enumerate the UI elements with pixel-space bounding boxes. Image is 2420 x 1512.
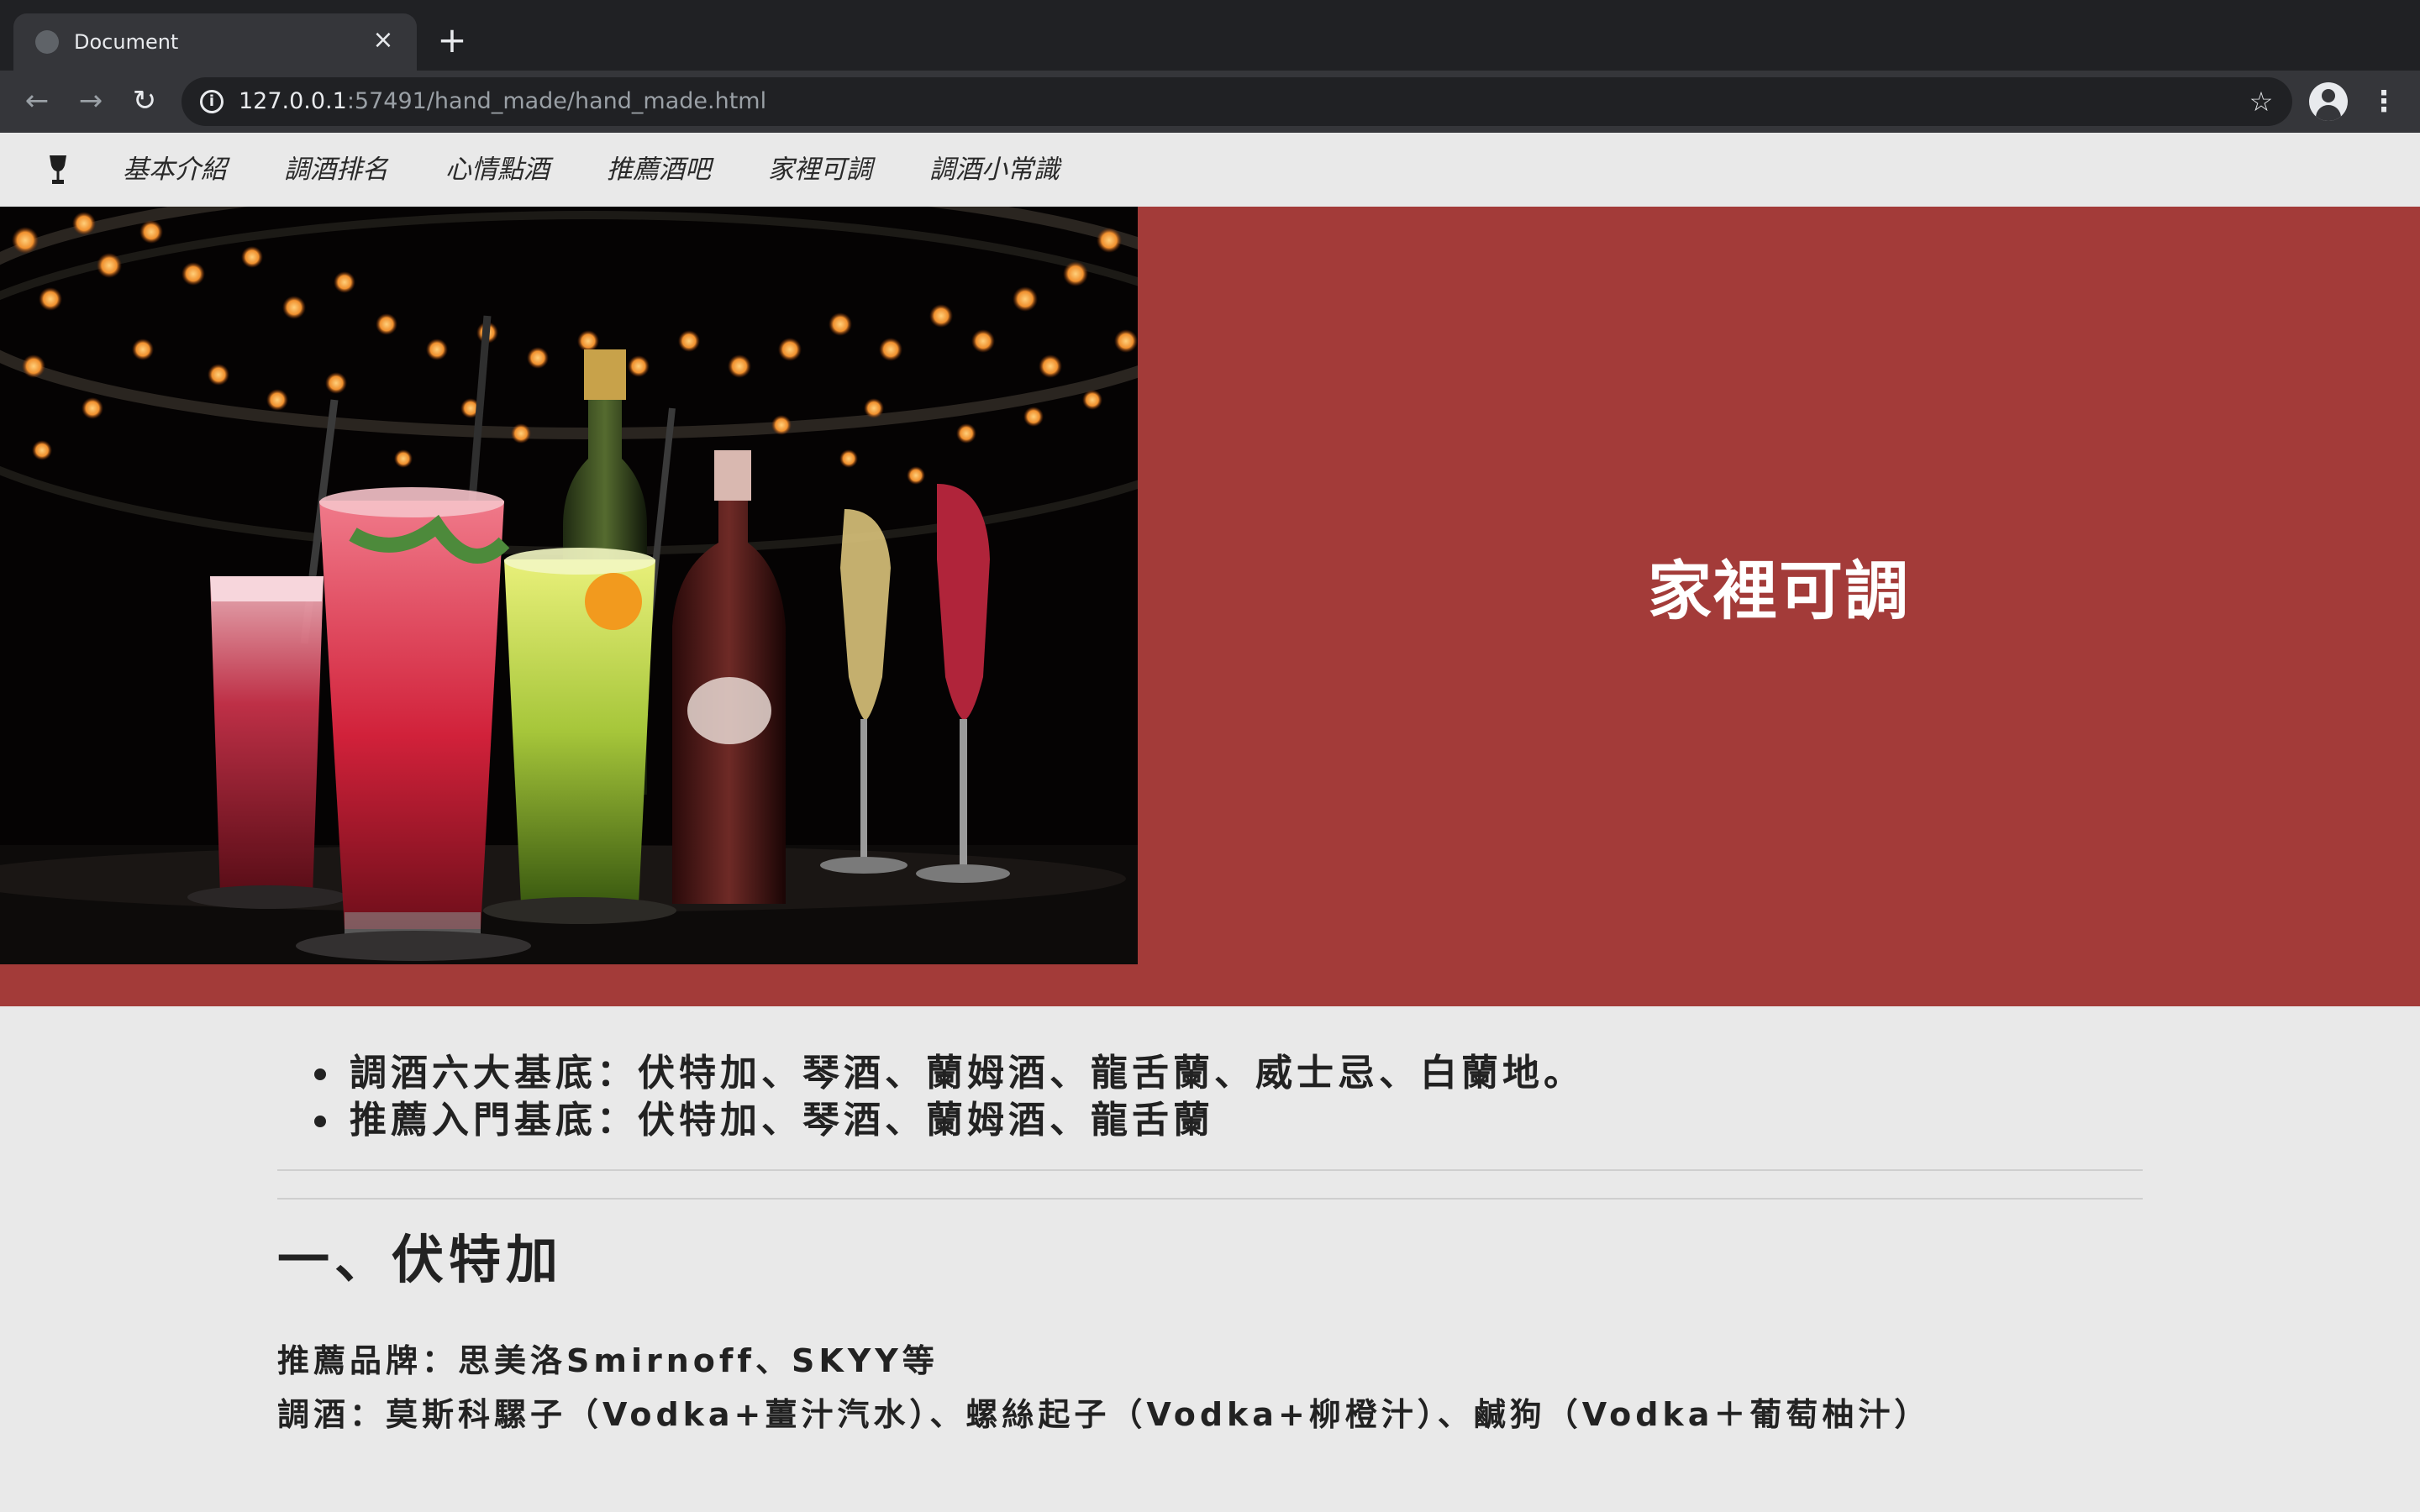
main-content: 調酒六大基底：伏特加、琴酒、蘭姆酒、龍舌蘭、威士忌、白蘭地。 推薦入門基底：伏特… bbox=[277, 1050, 2143, 1441]
browser-toolbar: ← → ↻ i 127.0.0.1:57491/hand_made/hand_m… bbox=[0, 71, 2420, 133]
base-spirits-list: 調酒六大基底：伏特加、琴酒、蘭姆酒、龍舌蘭、威士忌、白蘭地。 推薦入門基底：伏特… bbox=[311, 1050, 2143, 1144]
url-text[interactable]: 127.0.0.1:57491/hand_made/hand_made.html bbox=[239, 87, 766, 116]
nav-link-ranking[interactable]: 調酒排名 bbox=[284, 133, 388, 207]
tab-title: Document bbox=[74, 30, 179, 54]
reload-icon[interactable]: ↻ bbox=[128, 84, 161, 118]
list-item: 調酒六大基底：伏特加、琴酒、蘭姆酒、龍舌蘭、威士忌、白蘭地。 bbox=[311, 1050, 2143, 1097]
plus-icon[interactable]: + bbox=[435, 23, 469, 58]
close-icon[interactable]: × bbox=[368, 25, 398, 55]
address-bar[interactable]: i 127.0.0.1:57491/hand_made/hand_made.ht… bbox=[182, 77, 2292, 126]
nav-link-home-made[interactable]: 家裡可調 bbox=[768, 133, 872, 207]
divider bbox=[277, 1198, 2143, 1200]
browser-chrome: Document × + ← → ↻ i 127.0.0.1:57491/han… bbox=[0, 0, 2420, 133]
nav-link-intro[interactable]: 基本介紹 bbox=[123, 133, 227, 207]
list-item: 推薦入門基底：伏特加、琴酒、蘭姆酒、龍舌蘭 bbox=[311, 1097, 2143, 1144]
nav-link-mood[interactable]: 心情點酒 bbox=[445, 133, 550, 207]
star-icon[interactable]: ☆ bbox=[2245, 86, 2277, 118]
profile-icon[interactable] bbox=[2309, 82, 2348, 121]
cocktails-text: 調酒：莫斯科騾子（Vodka+薑汁汽水）、螺絲起子（Vodka+柳橙汁）、鹹狗（… bbox=[277, 1396, 1931, 1433]
web-page: 基本介紹 調酒排名 心情點酒 推薦酒吧 家裡可調 調酒小常識 家裡可調 調酒六大… bbox=[0, 133, 2420, 1512]
info-icon[interactable]: i bbox=[200, 90, 224, 113]
kebab-menu-icon[interactable]: ⋮ bbox=[2370, 84, 2398, 119]
arrow-left-icon[interactable]: ← bbox=[20, 84, 54, 118]
recommended-brands-text: 推薦品牌：思美洛Smirnoff、SKYY等 bbox=[277, 1342, 939, 1379]
arrow-right-icon[interactable]: → bbox=[74, 84, 108, 118]
nav-links: 基本介紹 調酒排名 心情點酒 推薦酒吧 家裡可調 調酒小常識 bbox=[123, 133, 1117, 207]
nav-link-bars[interactable]: 推薦酒吧 bbox=[607, 133, 711, 207]
globe-icon bbox=[35, 30, 59, 54]
cocktail-photo bbox=[0, 207, 1138, 964]
url-path: :57491/hand_made/hand_made.html bbox=[346, 88, 767, 114]
browser-tab[interactable]: Document × bbox=[13, 13, 417, 71]
site-navbar: 基本介紹 調酒排名 心情點酒 推薦酒吧 家裡可調 調酒小常識 bbox=[0, 133, 2420, 207]
url-host: 127.0.0.1 bbox=[239, 88, 347, 114]
cocktail-image bbox=[0, 207, 1138, 964]
wine-glass-icon[interactable] bbox=[47, 155, 69, 185]
divider bbox=[277, 1169, 2143, 1171]
hero-title: 家裡可調 bbox=[1648, 554, 1910, 628]
section-title: 一、伏特加 bbox=[277, 1229, 564, 1290]
nav-link-tips[interactable]: 調酒小常識 bbox=[929, 133, 1060, 207]
